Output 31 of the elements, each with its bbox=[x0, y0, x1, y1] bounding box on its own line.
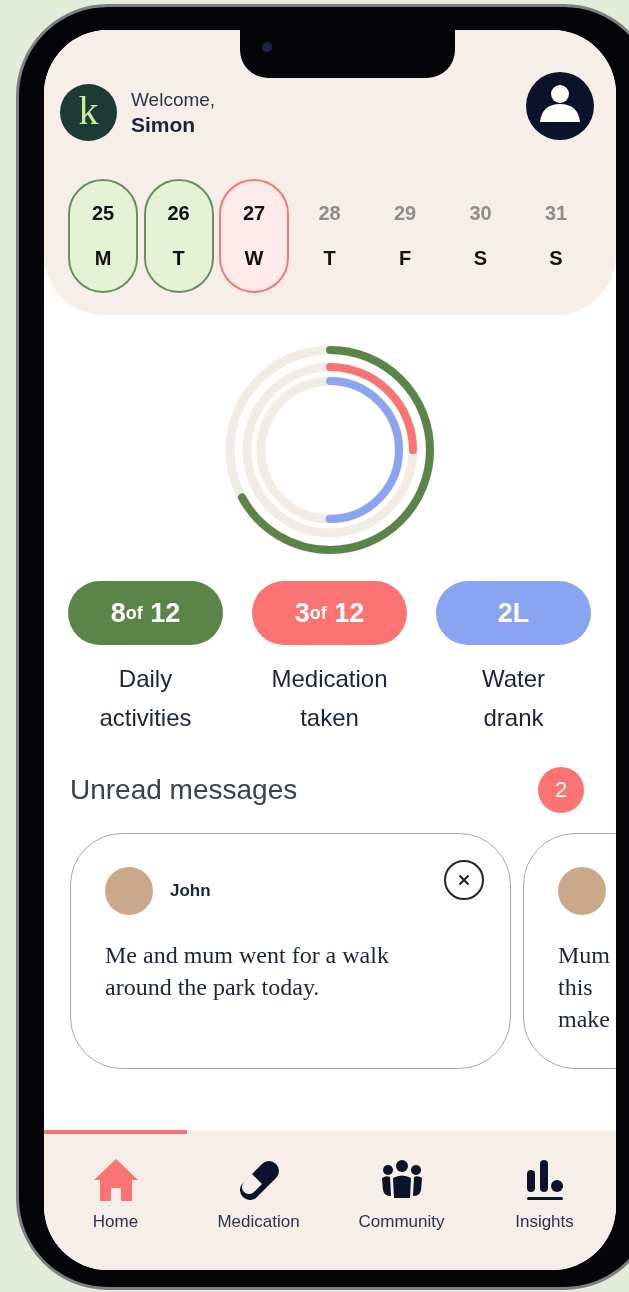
nav-tab[interactable]: Insights bbox=[473, 1130, 616, 1270]
stat-label: Daily activities bbox=[99, 664, 192, 733]
section-title: Unread messages bbox=[70, 774, 298, 806]
day-chip[interactable]: 26 T bbox=[143, 179, 214, 293]
message-text: Mum this make bbox=[558, 941, 611, 1034]
profile-icon[interactable] bbox=[526, 71, 594, 140]
day-chip[interactable]: 29 F bbox=[370, 179, 440, 293]
welcome-text: Welcome, bbox=[131, 88, 217, 111]
message-card[interactable]: Mum this make bbox=[523, 833, 616, 1069]
stat-pill: 2L bbox=[436, 581, 591, 645]
user-name: Simon bbox=[131, 112, 197, 137]
nav-tab[interactable]: Home bbox=[44, 1130, 187, 1270]
unread-count-badge: 2 bbox=[538, 767, 584, 813]
stat-label: Medication taken bbox=[271, 664, 388, 733]
close-icon[interactable] bbox=[444, 860, 484, 900]
nav-tab[interactable]: Community bbox=[330, 1130, 473, 1270]
day-chip[interactable]: 31 S bbox=[521, 179, 591, 293]
stat-pill: 3of 12 bbox=[252, 581, 407, 645]
day-chip[interactable]: 28 T bbox=[294, 179, 365, 293]
stat-pill: 8of 12 bbox=[68, 581, 223, 645]
day-chip[interactable]: 27 W bbox=[219, 179, 289, 293]
day-chip[interactable]: 25 M bbox=[68, 179, 138, 293]
stat-label: Water drank bbox=[481, 664, 546, 733]
nav-tab[interactable]: Medication bbox=[187, 1130, 330, 1270]
photo-placeholder bbox=[558, 867, 606, 915]
app-logo: k bbox=[60, 84, 117, 141]
sender-name: John bbox=[170, 881, 212, 901]
message-text: Me and mum went for a walk around the park today. bbox=[105, 941, 390, 1002]
photo-placeholder bbox=[105, 867, 153, 915]
day-chip[interactable]: 30 S bbox=[445, 179, 516, 293]
message-card[interactable]: John Me and mum went for a walk around the park today. bbox=[70, 833, 511, 1069]
